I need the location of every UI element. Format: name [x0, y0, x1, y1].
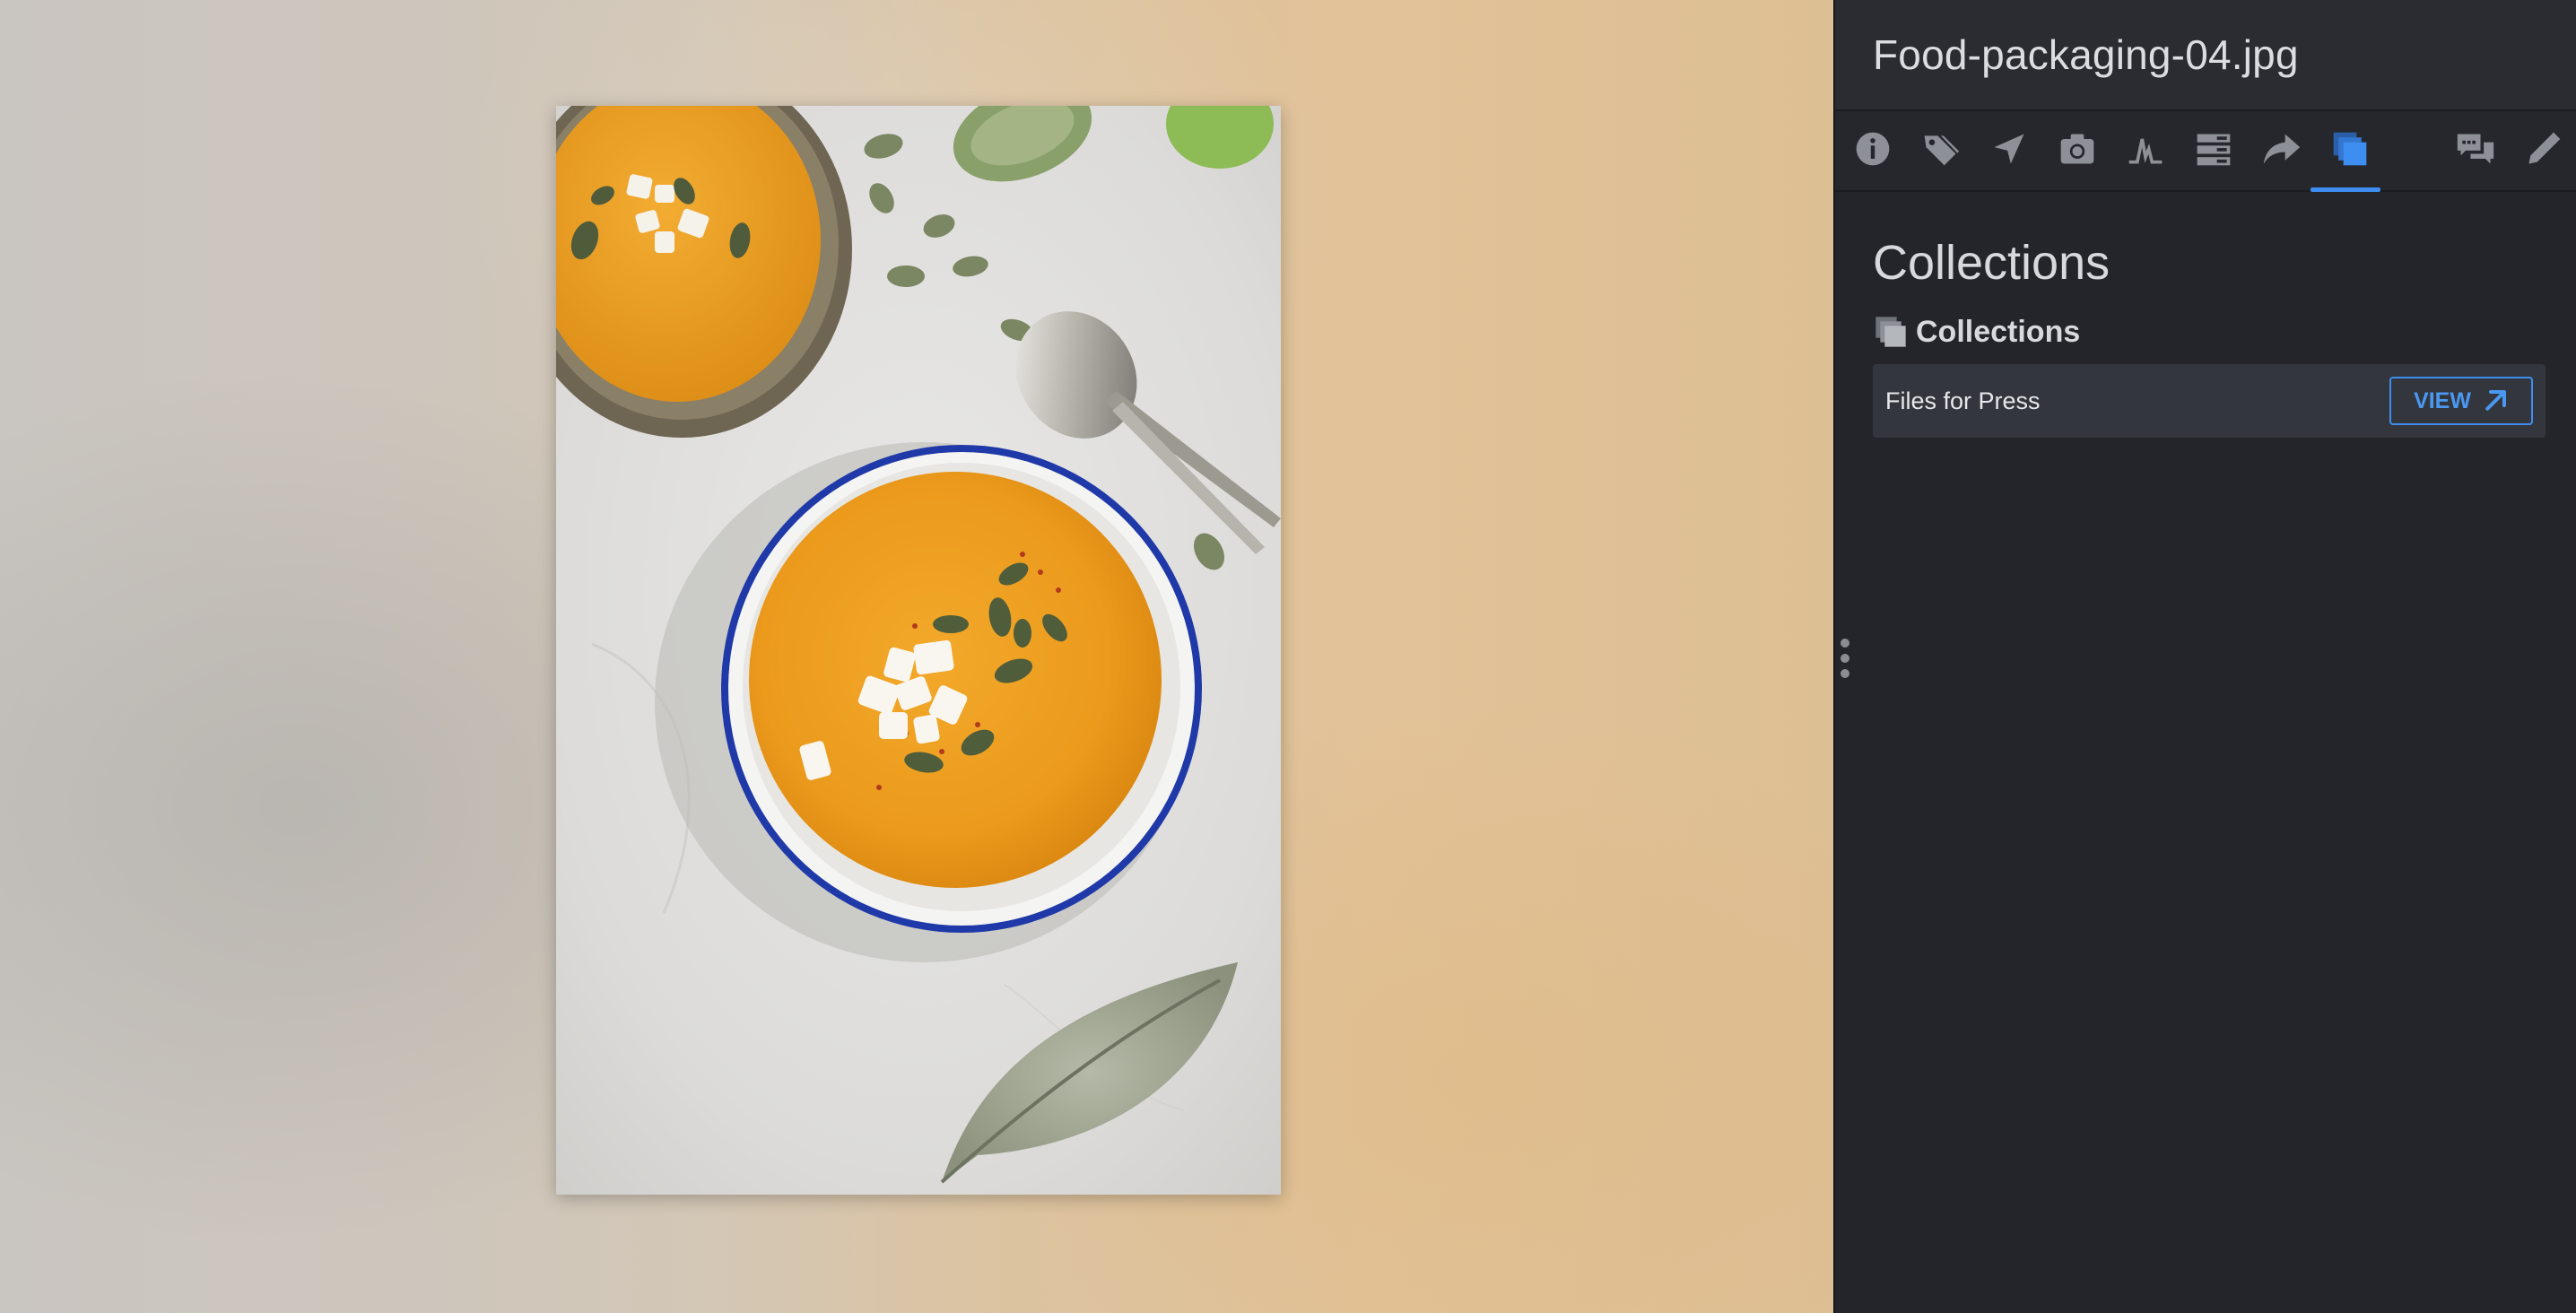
view-collection-button[interactable]: VIEW — [2389, 377, 2533, 425]
handle-dot — [1841, 654, 1849, 663]
soup-photo — [556, 106, 1281, 1195]
inspector-tabs — [1835, 111, 2576, 192]
tag-icon — [1924, 135, 1960, 166]
inspector-panel: Food-packaging-04.jpg Collections Collec… — [1833, 0, 2576, 1313]
tab-collections[interactable] — [2325, 124, 2375, 174]
collections-subheading: Collections — [1873, 314, 2546, 350]
handle-dot — [1841, 669, 1849, 678]
share-icon — [2263, 134, 2301, 164]
panel-header: Food-packaging-04.jpg — [1835, 0, 2576, 111]
image-preview-area — [0, 0, 1833, 1313]
metadata-icon — [2197, 134, 2231, 166]
active-tab-indicator — [2311, 187, 2380, 192]
tab-share[interactable] — [2257, 124, 2307, 174]
tab-comments[interactable] — [2450, 124, 2501, 174]
view-button-label: VIEW — [2414, 387, 2471, 413]
tab-camera[interactable] — [2052, 124, 2102, 174]
tab-keywords[interactable] — [1916, 124, 1966, 174]
preview-image[interactable] — [556, 106, 1281, 1195]
handle-dot — [1841, 639, 1849, 648]
collection-row: Files for Press VIEW — [1873, 364, 2546, 438]
location-arrow-icon — [1994, 134, 2024, 164]
file-title: Food-packaging-04.jpg — [1873, 31, 2299, 78]
histogram-icon — [2128, 138, 2163, 164]
tab-info[interactable] — [1848, 124, 1898, 174]
tab-metadata[interactable] — [2189, 124, 2239, 174]
open-external-arrow-icon — [2485, 390, 2506, 411]
collection-name: Files for Press — [1885, 387, 2041, 414]
comments-icon — [2457, 134, 2494, 164]
tab-location[interactable] — [1984, 124, 2034, 174]
collections-small-icon — [1875, 317, 1906, 347]
section-title: Collections — [1873, 236, 2110, 290]
subheading-label: Collections — [1916, 314, 2081, 349]
pencil-icon — [2528, 132, 2561, 164]
tab-edit[interactable] — [2519, 124, 2569, 174]
camera-icon — [2060, 134, 2094, 164]
collections-icon — [2333, 132, 2367, 166]
collections-panel: Collections Collections Files for Press … — [1835, 235, 2576, 438]
panel-resize-handle[interactable] — [1839, 639, 1851, 678]
info-icon — [1856, 132, 1890, 166]
tab-histogram[interactable] — [2120, 124, 2171, 174]
